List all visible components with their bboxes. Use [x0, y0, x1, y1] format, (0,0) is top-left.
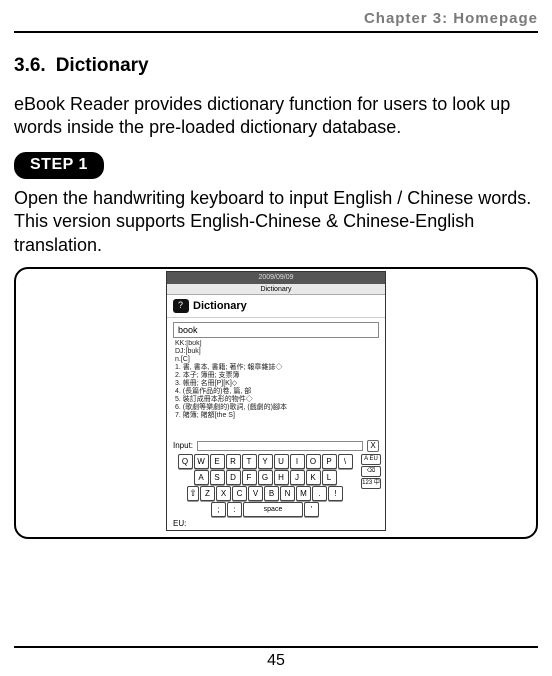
kb-row-4: ; : space ': [171, 502, 359, 517]
part-of-speech: n.[C]: [175, 356, 379, 364]
key-x[interactable]: X: [216, 486, 231, 501]
bottom-rule: [14, 646, 538, 648]
key-d[interactable]: D: [226, 470, 241, 485]
phonetic-kk: KK:[bʊk]: [175, 340, 379, 348]
device-brand-row: Dictionary: [167, 295, 385, 318]
top-rule: [14, 31, 538, 33]
key-space[interactable]: space: [243, 502, 303, 517]
key-period[interactable]: .: [312, 486, 327, 501]
key-p[interactable]: P: [322, 454, 337, 469]
key-h[interactable]: H: [274, 470, 289, 485]
key-apostrophe[interactable]: ': [304, 502, 319, 517]
key-b[interactable]: B: [264, 486, 279, 501]
section-number: 3.6.: [14, 55, 46, 76]
key-semicolon[interactable]: ;: [211, 502, 226, 517]
key-z[interactable]: Z: [200, 486, 215, 501]
key-r[interactable]: R: [226, 454, 241, 469]
key-n[interactable]: N: [280, 486, 295, 501]
key-a[interactable]: A: [194, 470, 209, 485]
kb-row-3: ⇧ Z X C V B N M . !: [171, 486, 359, 501]
key-y[interactable]: Y: [258, 454, 273, 469]
on-screen-keyboard: Q W E R T Y U I O P \ A S: [167, 452, 385, 518]
device-status-bar: 2009/09/09: [167, 272, 385, 284]
key-j[interactable]: J: [290, 470, 305, 485]
def-1: 1. 書, 書本, 書籍; 著作; 報章雜誌◇: [175, 364, 379, 372]
lookup-word-box: book: [173, 322, 379, 338]
figure-frame: 2009/09/09 Dictionary Dictionary book KK…: [14, 267, 538, 539]
key-backspace[interactable]: ⌫: [361, 466, 381, 477]
close-keyboard-button[interactable]: X: [367, 440, 379, 452]
section-title: 3.6. Dictionary: [14, 55, 538, 77]
definition-area: KK:[bʊk] DJ:[buk] n.[C] 1. 書, 書本, 書籍; 著作…: [175, 340, 379, 438]
key-exclaim[interactable]: !: [328, 486, 343, 501]
step-1-pill: STEP 1: [14, 152, 104, 179]
key-g[interactable]: G: [258, 470, 273, 485]
key-t[interactable]: T: [242, 454, 257, 469]
key-lang-aeu[interactable]: A EU: [361, 454, 381, 465]
key-c[interactable]: C: [232, 486, 247, 501]
handwriting-input-row: Input: X: [167, 440, 385, 452]
key-f[interactable]: F: [242, 470, 257, 485]
key-colon[interactable]: :: [227, 502, 242, 517]
kb-row-2: A S D F G H J K L: [171, 470, 359, 485]
key-e[interactable]: E: [210, 454, 225, 469]
key-q[interactable]: Q: [178, 454, 193, 469]
brand-label: Dictionary: [193, 300, 247, 312]
dictionary-icon: [173, 299, 189, 313]
chapter-header: Chapter 3: Homepage: [14, 10, 538, 29]
kb-row-1: Q W E R T Y U I O P \: [171, 454, 359, 469]
key-123-cn[interactable]: 123 中: [361, 478, 381, 489]
key-s[interactable]: S: [210, 470, 225, 485]
key-k[interactable]: K: [306, 470, 321, 485]
device-title-bar: Dictionary: [167, 284, 385, 295]
def-7: 7. 賭簿; 賭額[the S]: [175, 412, 379, 420]
handwriting-input-field[interactable]: [197, 441, 363, 451]
page-number: 45: [0, 652, 552, 670]
key-m[interactable]: M: [296, 486, 311, 501]
kb-side-column: A EU ⌫ 123 中: [361, 454, 381, 489]
key-backslash[interactable]: \: [338, 454, 353, 469]
key-l[interactable]: L: [322, 470, 337, 485]
step-1-body: Open the handwriting keyboard to input E…: [14, 187, 538, 257]
input-label: Input:: [173, 441, 193, 450]
intro-paragraph: eBook Reader provides dictionary functio…: [14, 93, 538, 140]
key-u[interactable]: U: [274, 454, 289, 469]
key-v[interactable]: V: [248, 486, 263, 501]
key-i[interactable]: I: [290, 454, 305, 469]
key-w[interactable]: W: [194, 454, 209, 469]
phonetic-dj: DJ:[buk]: [175, 348, 379, 356]
key-o[interactable]: O: [306, 454, 321, 469]
eu-label: EU:: [167, 518, 385, 530]
device-screenshot: 2009/09/09 Dictionary Dictionary book KK…: [166, 271, 386, 531]
section-name: Dictionary: [56, 55, 149, 76]
key-shift[interactable]: ⇧: [187, 486, 199, 501]
def-2: 2. 本子; 簿冊; 支票簿: [175, 372, 379, 380]
